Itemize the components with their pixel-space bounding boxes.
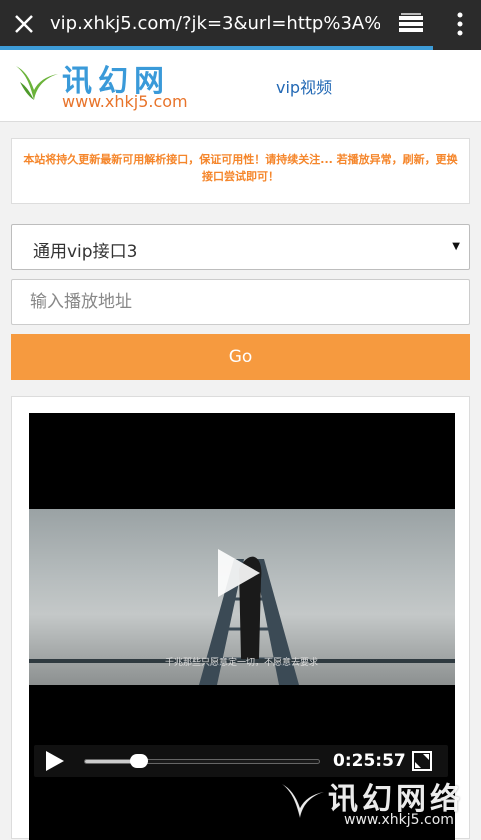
watermark-url: www.xhkj5.com — [344, 812, 454, 828]
close-icon[interactable] — [10, 10, 38, 38]
playback-time: 0:25:57 — [333, 751, 406, 771]
nav-vip-video[interactable]: vip视频 — [276, 74, 332, 98]
address-bar[interactable]: vip.xhkj5.com/?jk=3&url=http%3A%2F%2 — [50, 11, 380, 37]
tabs-icon[interactable] — [398, 12, 424, 36]
play-url-input[interactable] — [11, 279, 470, 325]
site-logo[interactable]: 讯幻网 www.xhkj5.com — [12, 56, 212, 114]
dropdown-arrow-icon: ▼ — [452, 241, 460, 252]
interface-select[interactable]: 通用vip接口3 ▼ — [11, 224, 470, 270]
watermark: 讯幻网络 www.xhkj5.com — [278, 774, 478, 834]
player-controls: 0:25:57 — [34, 745, 448, 777]
player-card: 千兆那些只愿意定一切，不愿意去要求 0:25:57 — [11, 396, 470, 840]
overflow-menu-icon[interactable] — [452, 10, 468, 38]
play-overlay-icon[interactable] — [218, 549, 260, 597]
notice-banner: 本站将持久更新最新可用解析接口，保证可用性！请持续关注... 若播放异常，刷新，… — [11, 138, 470, 204]
play-icon[interactable] — [46, 751, 64, 771]
video-frame: 千兆那些只愿意定一切，不愿意去要求 — [29, 509, 455, 685]
seek-bar[interactable] — [84, 754, 320, 768]
video-subtitle: 千兆那些只愿意定一切，不愿意去要求 — [165, 658, 319, 668]
seek-thumb[interactable] — [129, 754, 148, 768]
browser-toolbar: vip.xhkj5.com/?jk=3&url=http%3A%2F%2 — [0, 0, 481, 48]
go-button[interactable]: Go — [11, 334, 470, 380]
logo-url: www.xhkj5.com — [62, 92, 188, 111]
site-header: 讯幻网 www.xhkj5.com vip视频 — [0, 50, 481, 122]
fullscreen-icon[interactable] — [412, 751, 432, 771]
interface-select-value: 通用vip接口3 — [33, 242, 138, 262]
bird-logo-icon — [16, 66, 58, 100]
watermark-bird-icon — [281, 783, 325, 819]
